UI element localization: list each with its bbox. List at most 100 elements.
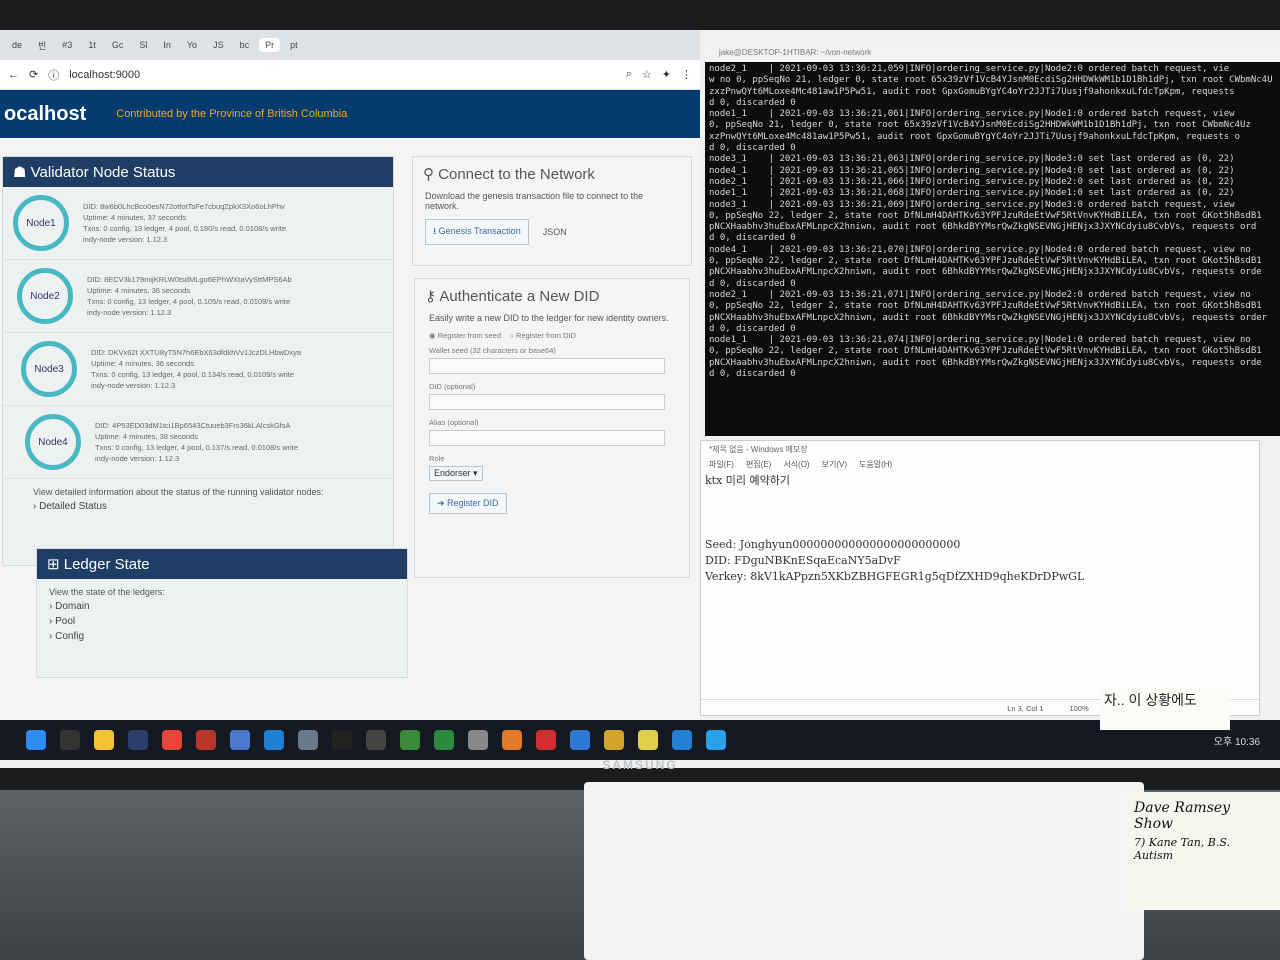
start-icon[interactable] — [26, 730, 46, 750]
register-button[interactable]: ➔ Register DID — [429, 493, 507, 514]
auth-panel: ⚷ Authenticate a New DID Easily write a … — [414, 278, 690, 578]
app-icon[interactable] — [298, 730, 318, 750]
zoom-icon[interactable]: ⌕ — [626, 68, 632, 81]
terminal-line: node2_1 | 2021-09-03 13:36:21,059|INFO|o… — [709, 64, 1230, 74]
node-row: Node2 DID: 8ECV3k179mijKRLW0tsdMLgo6EPhWX… — [3, 260, 393, 333]
taskbar-clock[interactable]: 오후 10:36 — [1214, 733, 1260, 748]
app-icon[interactable] — [230, 730, 250, 750]
radio-group: ◉ Register from seed ○ Register from DID — [429, 331, 675, 340]
vscode-icon[interactable] — [264, 730, 284, 750]
laptop-screen — [584, 782, 1144, 960]
paper-note: 자.. 이 상황에도 — [1100, 686, 1230, 730]
browser-tab[interactable]: In — [157, 38, 177, 52]
github-icon[interactable] — [332, 730, 352, 750]
browser-tab[interactable]: pt — [284, 38, 304, 52]
radio-did[interactable]: ○ Register from DID — [509, 331, 576, 340]
register-row: ➔ Register DID — [429, 493, 675, 514]
browser-tab[interactable]: Yo — [181, 38, 203, 52]
app-icon[interactable] — [706, 730, 726, 750]
browser-tab[interactable]: Gc — [106, 38, 130, 52]
browser-tab[interactable]: de — [6, 38, 28, 52]
browser-tab[interactable]: 빈 — [32, 37, 52, 54]
sticky-notes-icon[interactable] — [94, 730, 114, 750]
notepad-status-item: Ln 3, Col 1 — [1007, 704, 1044, 713]
browser-tab[interactable]: #3 — [56, 38, 78, 52]
node-txns: Txns: 0 config, 13 ledger, 4 pool, 0.137… — [95, 443, 299, 452]
detailed-status-label[interactable]: Detailed Status — [39, 501, 107, 512]
node-uptime: Uptime: 4 minutes, 38 seconds — [95, 432, 198, 441]
database-icon[interactable] — [468, 730, 488, 750]
terminal-line: d 0, discarded 0 — [709, 97, 796, 108]
radio-seed[interactable]: ◉ Register from seed — [429, 331, 501, 340]
paper-text: 자.. 이 상황에도 — [1104, 692, 1197, 708]
genesis-button-label[interactable]: Genesis Transaction — [439, 226, 521, 236]
connect-heading-text: Connect to the Network — [438, 166, 595, 183]
site-title[interactable]: ocalhost — [4, 103, 86, 126]
app-icon[interactable] — [400, 730, 420, 750]
connect-body: Download the genesis transaction file to… — [413, 191, 691, 245]
did-input[interactable] — [429, 394, 665, 410]
url-input[interactable]: localhost:9000 — [69, 69, 616, 81]
detailed-status-link[interactable]: › Detailed Status — [33, 501, 363, 512]
terminal-output: node2_1 | 2021-09-03 13:36:21,059|INFO|o… — [705, 62, 1280, 382]
alias-input[interactable] — [429, 430, 665, 446]
browser-tab[interactable]: 1t — [82, 38, 102, 52]
notepad-text[interactable]: ktx 미리 예약하기 Seed: Jonghyun00000000000000… — [701, 471, 1259, 587]
reload-icon[interactable]: ⟳ — [29, 68, 38, 81]
notepad-menu-item[interactable]: 편집(E) — [746, 459, 771, 469]
app-icon[interactable] — [536, 730, 556, 750]
ledger-heading-text: Ledger State — [63, 556, 150, 573]
ledger-link-label[interactable]: Config — [55, 631, 84, 642]
chrome-icon[interactable] — [162, 730, 182, 750]
illustrator-icon[interactable] — [196, 730, 216, 750]
node-row: Node4 DID: 4P53ED03dM1tci1Bp6543Ctuueb3Fr… — [3, 406, 393, 479]
terminal-line: zxzPnwQYt6MLoxe4Mc481aw1P5Pw51, audit ro… — [709, 86, 1241, 97]
browser-tab[interactable]: bc — [234, 38, 256, 52]
back-icon[interactable]: ← — [8, 69, 19, 81]
extensions-icon[interactable]: ✦ — [662, 68, 671, 81]
ledger-link[interactable]: › Pool — [49, 616, 395, 627]
node-status-ring: Node4 — [25, 414, 81, 470]
role-select[interactable]: Endorser ▾ — [429, 466, 483, 481]
notepad-menu-item[interactable]: 도움말(H) — [859, 459, 892, 469]
ledger-link-label[interactable]: Pool — [55, 616, 75, 627]
auth-body: Easily write a new DID to the ledger for… — [415, 313, 689, 514]
notepad-menu-item[interactable]: 파일(F) — [709, 459, 734, 469]
kakaotalk-icon[interactable] — [638, 730, 658, 750]
node-txns: Txns: 0 config, 13 ledger, 4 pool, 0.105… — [87, 297, 291, 306]
browser-tab[interactable]: Pr — [259, 38, 281, 52]
search-icon[interactable] — [60, 730, 80, 750]
folder-icon[interactable] — [604, 730, 624, 750]
connect-text: Download the genesis transaction file to… — [425, 191, 644, 211]
sticky-note: Dave Ramsey Show 7) Kane Tan, B.S. Autis… — [1126, 792, 1280, 910]
terminal-line: node2_1 | 2021-09-03 13:36:21,071|INFO|o… — [709, 289, 1251, 300]
role-value: Endorser — [434, 468, 471, 478]
photoshop-icon[interactable] — [128, 730, 148, 750]
terminal-window: jake@DESKTOP-1HTIBAR: ~/von-network node… — [705, 44, 1280, 436]
menu-icon[interactable]: ⋮ — [681, 68, 692, 81]
notepad-menu-item[interactable]: 보기(V) — [822, 459, 847, 469]
terminal-line: w no 0, ppSeqNo 21, ledger 0, state root… — [709, 75, 1273, 86]
notepad-menu-item[interactable]: 서식(O) — [783, 459, 809, 469]
genesis-button[interactable]: ⭳ Genesis Transaction — [425, 219, 529, 245]
ledger-link[interactable]: › Domain — [49, 601, 395, 612]
json-link[interactable]: JSON — [543, 227, 567, 237]
terminal-icon[interactable] — [366, 730, 386, 750]
app-icon[interactable] — [502, 730, 522, 750]
browser-tab[interactable]: Sl — [133, 38, 153, 52]
app-icon[interactable] — [570, 730, 590, 750]
star-icon[interactable]: ☆ — [642, 68, 652, 81]
terminal-line: d 0, discarded 0 — [709, 143, 796, 154]
role-label: Role — [429, 454, 445, 463]
browser-tab[interactable]: JS — [207, 38, 230, 52]
ledger-link-label[interactable]: Domain — [55, 601, 89, 612]
radio-seed-label: Register from seed — [437, 331, 501, 340]
app-icon[interactable] — [434, 730, 454, 750]
ledger-link[interactable]: › Config — [49, 631, 395, 642]
auth-heading-text: Authenticate a New DID — [439, 288, 600, 305]
seed-input[interactable] — [429, 358, 665, 374]
monitor-brand: SAMSUNG — [602, 758, 678, 772]
register-button-label[interactable]: Register DID — [447, 498, 499, 508]
contributed-text: Contributed by the Province of British C… — [116, 108, 348, 120]
edge-icon[interactable] — [672, 730, 692, 750]
